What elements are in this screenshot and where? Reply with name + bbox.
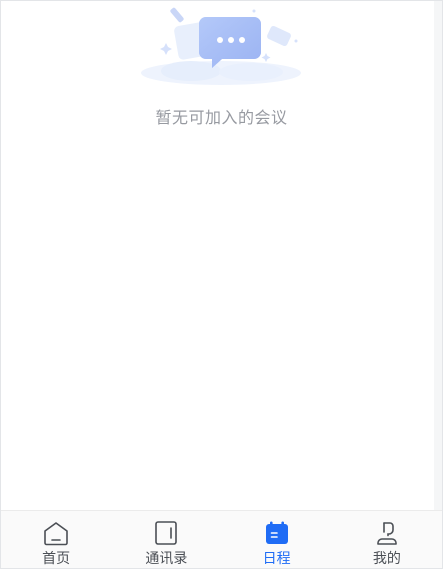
calendar-icon — [262, 519, 292, 546]
tab-contacts-label: 通讯录 — [145, 551, 188, 567]
empty-state: 暂无可加入的会议 — [1, 1, 442, 141]
contacts-icon — [151, 519, 181, 546]
profile-icon — [372, 519, 402, 546]
tab-contacts[interactable]: 通讯录 — [111, 511, 221, 568]
tab-profile-label: 我的 — [372, 551, 401, 567]
bottom-tab-bar: 首页 通讯录 日程 我的 — [1, 510, 442, 568]
tab-profile[interactable]: 我的 — [332, 511, 442, 568]
empty-meeting-illustration — [141, 7, 301, 85]
tab-schedule[interactable]: 日程 — [222, 511, 332, 568]
tab-home[interactable]: 首页 — [1, 511, 111, 568]
home-icon — [41, 519, 71, 546]
tab-schedule-label: 日程 — [262, 551, 291, 567]
app-window: 暂无可加入的会议 首页 通讯录 日程 我的 — [0, 0, 443, 569]
tab-home-label: 首页 — [42, 551, 71, 567]
empty-message: 暂无可加入的会议 — [155, 108, 288, 127]
